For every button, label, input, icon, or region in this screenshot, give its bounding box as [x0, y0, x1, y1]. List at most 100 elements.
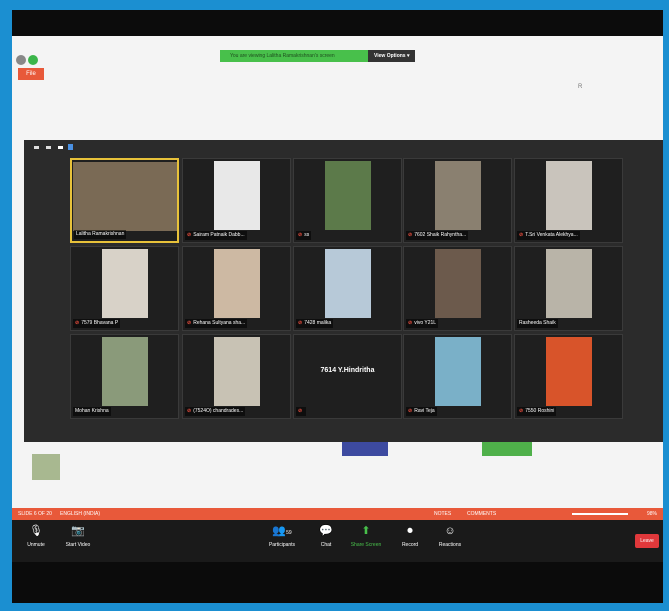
comments-button[interactable]: COMMENTS [467, 508, 496, 520]
participant-name: ⊘ 7428 malika [296, 319, 334, 328]
participant-name-label: 7579 Bhavana P [81, 320, 119, 326]
participant-tile[interactable]: ⊘ 7579 Bhavana P [70, 246, 179, 331]
zoom-window: File You are viewing Lalitha Ramakrishna… [12, 10, 663, 603]
participant-video [101, 337, 148, 406]
record-icon: ⏺ [407, 525, 413, 537]
file-tab[interactable]: File [18, 68, 44, 80]
participant-tile[interactable]: ⊘ Ravi Teja [403, 334, 512, 419]
sharing-message: You are viewing Lalitha Ramakrishnan's s… [220, 50, 368, 62]
record-label: Record [401, 542, 419, 548]
participant-name-label: Mohan Krishna [75, 408, 109, 414]
view-options-button[interactable]: View Options ▾ [368, 50, 416, 62]
participant-name: ⊘ T.Sri Venkata Alekhya... [517, 231, 580, 240]
zoom-slider[interactable] [572, 513, 628, 515]
reactions-label: Reactions [438, 542, 462, 548]
participants-count: 59 [286, 530, 292, 536]
participant-tile[interactable]: ⊘ ss [293, 158, 402, 243]
meeting-controls: 🎙 Unmute 📷 Start Video 👥59 Participants … [12, 520, 663, 562]
participant-tile[interactable]: ⊘ 7602 Shaik Rahyntha... [403, 158, 512, 243]
chat-label: Chat [320, 542, 332, 548]
slide-info: SLIDE 6 OF 20 [18, 511, 52, 517]
participants-icon: 👥59 [272, 525, 292, 537]
start-video-button[interactable]: 📷 Start Video [58, 524, 98, 548]
participant-tile[interactable]: ⊘ Rehana Sultyana sha... [182, 246, 291, 331]
participant-name: ⊘ vivo Y21L [406, 319, 439, 328]
leave-button[interactable]: Leave [635, 534, 659, 548]
gallery-toolbar [24, 140, 663, 154]
slide-figure [482, 442, 532, 456]
participant-video [324, 249, 371, 318]
chat-button[interactable]: 💬 Chat [306, 524, 346, 548]
reactions-icon: ☺ [444, 525, 456, 537]
participant-video [101, 249, 148, 318]
mic-muted-icon: ⊘ [519, 408, 524, 414]
mic-muted-icon: ⊘ [187, 232, 192, 238]
mic-muted-icon: ⊘ [298, 232, 303, 238]
notes-button[interactable]: NOTES [434, 508, 451, 520]
participant-name-label: Sairam Patnaik Dabb... [193, 232, 245, 238]
participant-tile[interactable]: Lalitha Ramakrishnan [70, 158, 179, 243]
participant-name: ⊘ (7524O) chandrades... [185, 407, 246, 416]
participant-name-label: vivo Y21L [414, 320, 437, 326]
share-screen-button[interactable]: ⬆ Share Screen [346, 524, 386, 548]
participant-name-label: 7550 Roshini [525, 408, 555, 414]
minimize-icon[interactable] [34, 146, 39, 149]
participant-video [434, 337, 481, 406]
unmute-label: Unmute [27, 542, 45, 548]
participant-video [213, 249, 260, 318]
start-video-label: Start Video [65, 542, 91, 548]
participant-tile[interactable]: ⊘ (7524O) chandrades... [182, 334, 291, 419]
slide-figure [342, 442, 388, 456]
mic-muted-icon: ⊘ [298, 408, 303, 414]
participant-video [213, 337, 260, 406]
participants-label: Participants [268, 542, 296, 548]
reactions-button[interactable]: ☺ Reactions [430, 524, 470, 548]
bottom-area [12, 562, 663, 603]
participant-name: Mohan Krishna [73, 407, 111, 416]
participant-name-label: Rehana Sultyana sha... [193, 320, 246, 326]
window-controls [16, 52, 52, 65]
participant-name: ⊘ 7602 Shaik Rahyntha... [406, 231, 469, 240]
slide-thumbnail [32, 454, 60, 480]
participant-name-label: Rasheeda Shaik [519, 320, 556, 326]
grid-icon[interactable] [68, 144, 73, 150]
mic-muted-icon: ⊘ [75, 320, 80, 326]
participant-tile[interactable]: ⊘ 7550 Roshini [514, 334, 623, 419]
view-icon[interactable] [58, 146, 63, 149]
mic-muted-icon: ⊘ [408, 320, 413, 326]
participant-name: Rasheeda Shaik [517, 319, 558, 328]
participant-video [545, 161, 592, 230]
participant-tile[interactable]: 7614 Y.Hindritha ⊘ [293, 334, 402, 419]
language-indicator[interactable]: ENGLISH (INDIA) [60, 508, 100, 520]
unmute-button[interactable]: 🎙 Unmute [16, 524, 56, 548]
mic-muted-icon: ⊘ [519, 232, 524, 238]
participant-name: Lalitha Ramakrishnan [74, 230, 127, 239]
participant-name-label: T.Sri Venkata Alekhya... [525, 232, 578, 238]
participant-name: ⊘ Ravi Teja [406, 407, 437, 416]
participant-video [72, 162, 177, 231]
participant-video [434, 161, 481, 230]
record-button[interactable]: ⏺ Record [390, 524, 430, 548]
participant-name-label: Lalitha Ramakrishnan [76, 231, 125, 237]
participant-tile[interactable]: ⊘ T.Sri Venkata Alekhya... [514, 158, 623, 243]
participant-name-label: ss [304, 232, 310, 238]
participant-tile[interactable]: ⊘ vivo Y21L [403, 246, 512, 331]
mic-muted-icon: 🎙 [29, 525, 43, 537]
mic-muted-icon: ⊘ [408, 408, 413, 414]
slide-corner-mark: R [578, 84, 583, 90]
participants-button[interactable]: 👥59 Participants [262, 524, 302, 548]
participant-name: ⊘ [296, 407, 307, 416]
participant-video [434, 249, 481, 318]
gallery-view: Lalitha Ramakrishnan ⊘ Sairam Patnaik Dabb… [24, 140, 663, 442]
participant-name: ⊘ Sairam Patnaik Dabb... [185, 231, 247, 240]
participant-tile[interactable]: Mohan Krishna [70, 334, 179, 419]
participant-tile[interactable]: ⊘ Sairam Patnaik Dabb... [182, 158, 291, 243]
zoom-level: 98% [646, 511, 657, 517]
video-off-icon: 📷 [71, 525, 85, 537]
participant-tile[interactable]: Rasheeda Shaik [514, 246, 623, 331]
participant-tile[interactable]: ⊘ 7428 malika [293, 246, 402, 331]
restore-icon[interactable] [46, 146, 51, 149]
participant-name-label: 7428 malika [304, 320, 332, 326]
participant-name: ⊘ Rehana Sultyana sha... [185, 319, 248, 328]
participant-video [545, 337, 592, 406]
